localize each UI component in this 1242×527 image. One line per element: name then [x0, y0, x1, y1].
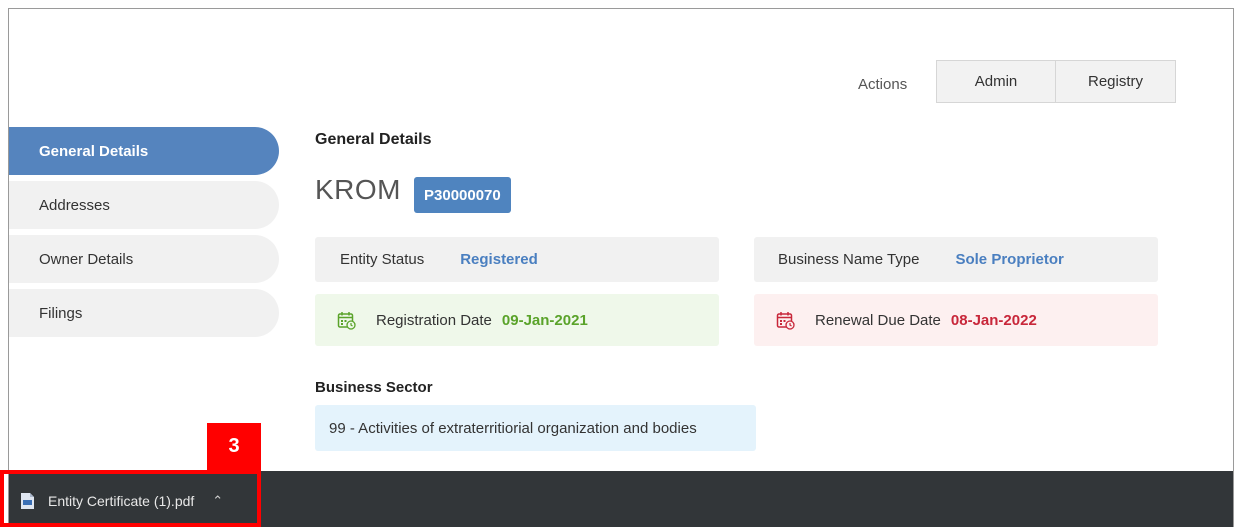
registration-date-label: Registration Date: [376, 311, 492, 329]
sidebar-item-label: Owner Details: [39, 250, 134, 268]
registration-date-box: Registration Date 09-Jan-2021: [315, 294, 719, 346]
sidebar-item-label: Addresses: [39, 196, 110, 214]
business-sector-title: Business Sector: [315, 379, 433, 396]
business-name-type-value: Sole Proprietor: [955, 251, 1064, 268]
sidebar-item-general-details[interactable]: General Details: [9, 127, 279, 175]
sidebar-item-label: Filings: [39, 304, 83, 322]
entity-status-label: Entity Status: [340, 251, 425, 268]
annotation-step-number: 3: [207, 423, 261, 470]
entity-name: KROM: [315, 174, 401, 205]
section-title: General Details: [315, 131, 432, 148]
business-name-type-box: Business Name Type Sole Proprietor: [754, 237, 1158, 282]
actions-label: Actions: [858, 76, 908, 93]
admin-button[interactable]: Admin: [936, 60, 1056, 103]
sidebar-item-filings[interactable]: Filings: [9, 289, 279, 337]
calendar-check-icon: [337, 311, 356, 330]
registration-date-value: 09-Jan-2021: [501, 311, 588, 329]
renewal-due-date-value: 08-Jan-2022: [950, 311, 1037, 329]
entity-number-badge: P30000070: [414, 177, 511, 213]
business-name-type-label: Business Name Type: [778, 251, 920, 268]
sidebar-item-addresses[interactable]: Addresses: [9, 181, 279, 229]
renewal-due-date-box: Renewal Due Date 08-Jan-2022: [754, 294, 1158, 346]
sidebar-item-label: General Details: [39, 142, 149, 160]
entity-status-value: Registered: [460, 251, 538, 268]
renewal-due-date-label: Renewal Due Date: [815, 311, 941, 329]
annotation-highlight-box: [0, 470, 261, 527]
sidebar-item-owner-details[interactable]: Owner Details: [9, 235, 279, 283]
page-frame: Actions Admin Registry General Details A…: [8, 8, 1234, 527]
registry-button[interactable]: Registry: [1055, 60, 1176, 103]
calendar-clock-icon: [776, 311, 795, 330]
business-sector-value: 99 - Activities of extraterritiorial org…: [315, 405, 756, 451]
entity-status-box: Entity Status Registered: [315, 237, 719, 282]
